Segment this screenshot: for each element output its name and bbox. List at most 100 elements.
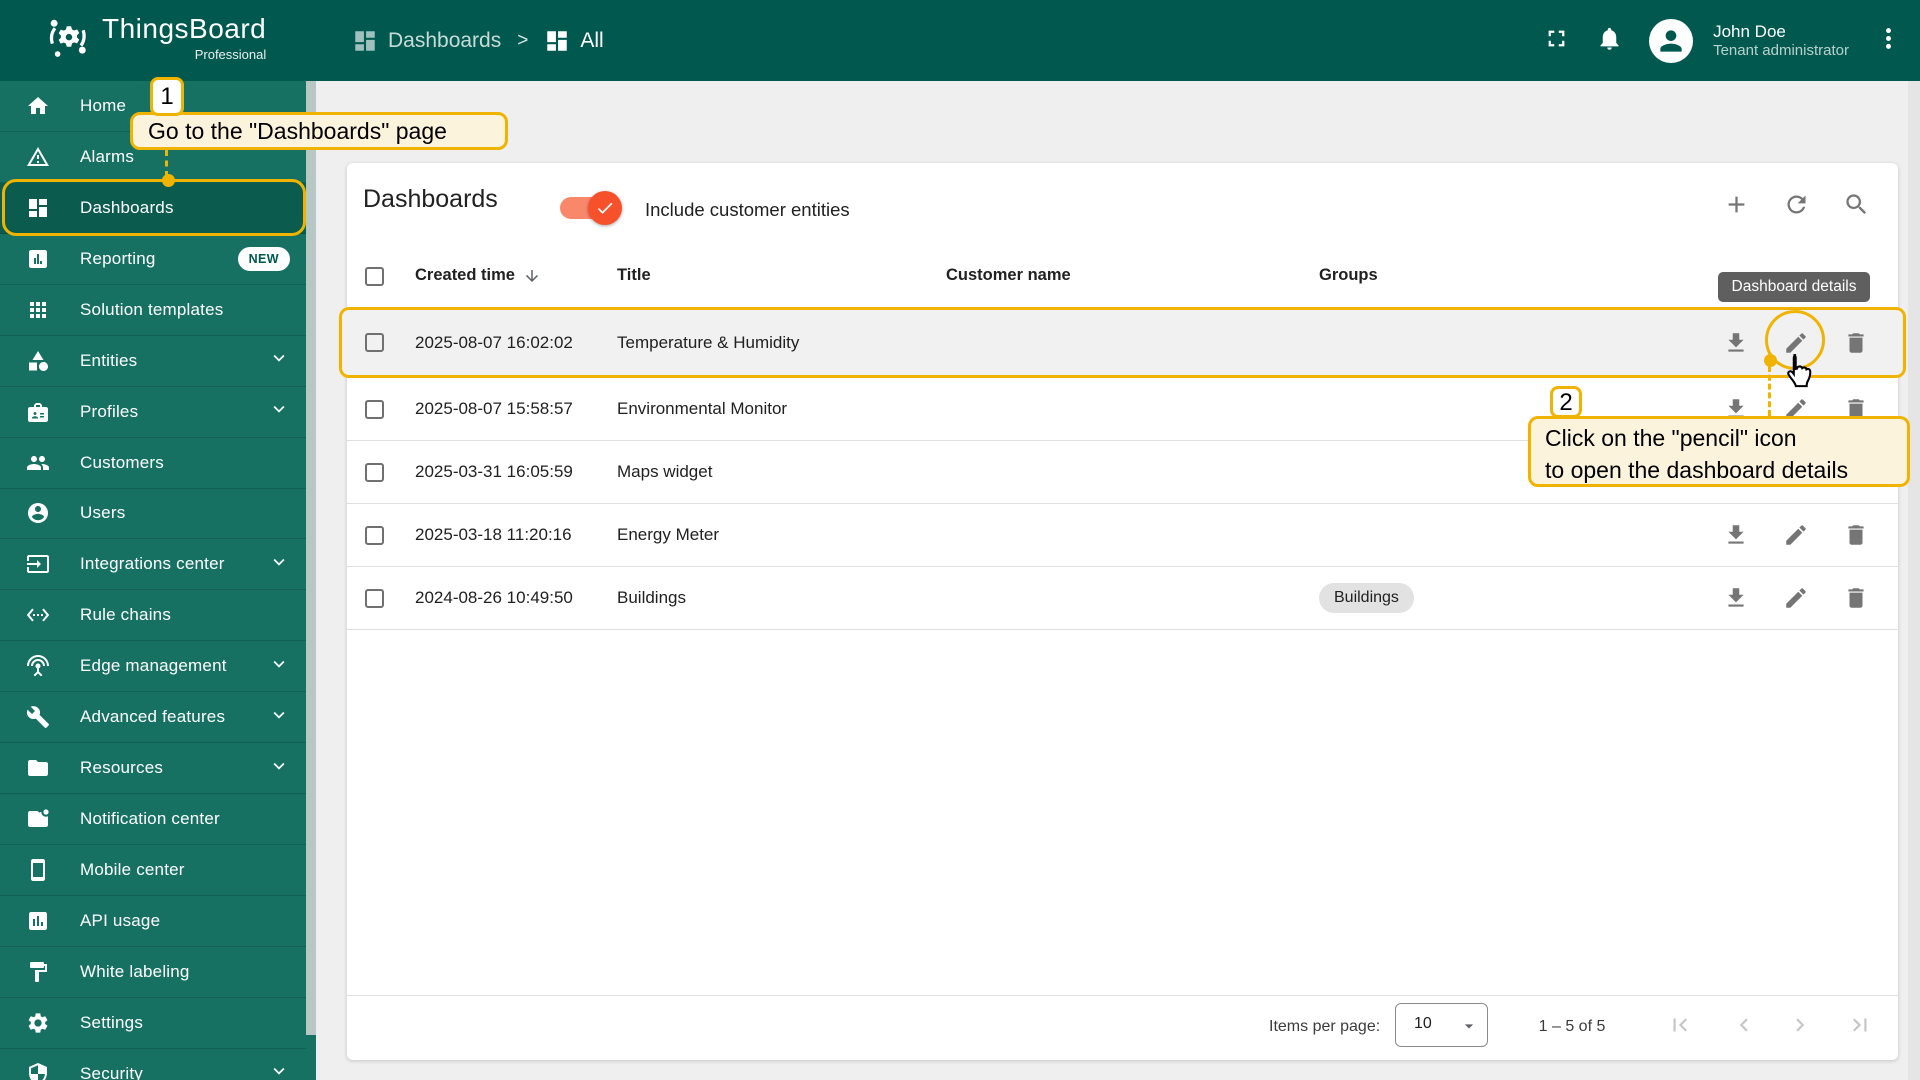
- cell-title: Environmental Monitor: [617, 399, 788, 418]
- top-bar: ThingsBoard Professional Dashboards > Al…: [0, 0, 1920, 81]
- avatar[interactable]: [1649, 18, 1694, 63]
- row-checkbox[interactable]: [365, 333, 384, 352]
- sidebar-item-solution-templates[interactable]: Solution templates: [0, 285, 306, 336]
- sidebar-item-label: Rule chains: [80, 605, 172, 625]
- sidebar-item-label: White labeling: [80, 961, 190, 981]
- thingsboard-logo[interactable]: ThingsBoard Professional: [42, 12, 266, 64]
- dashboard-group-icon: [544, 28, 570, 54]
- fullscreen-icon: [1543, 25, 1570, 52]
- table-row[interactable]: 2025-03-18 11:20:16 Energy Meter: [347, 504, 1898, 567]
- sidebar-item-profiles[interactable]: Profiles: [0, 387, 306, 438]
- step1-tooltip: Go to the "Dashboards" page: [130, 112, 508, 150]
- sidebar-item-label: Home: [80, 95, 127, 115]
- sidebar-item-api-usage[interactable]: API usage: [0, 896, 306, 947]
- sidebar-item-entities[interactable]: Entities: [0, 336, 306, 387]
- sidebar-item-label: Customers: [80, 452, 164, 472]
- breadcrumb-current-label: All: [580, 28, 604, 52]
- home-icon: [26, 94, 50, 118]
- row-checkbox[interactable]: [365, 463, 384, 482]
- more-menu-button[interactable]: [1875, 25, 1902, 57]
- sidebar-item-mobile-center[interactable]: Mobile center: [0, 845, 306, 896]
- sidebar-item-label: Dashboards: [80, 197, 174, 217]
- sidebar-item-users[interactable]: Users: [0, 489, 306, 540]
- edit-button[interactable]: [1783, 585, 1809, 611]
- sidebar-item-notification-center[interactable]: Notification center: [0, 794, 306, 846]
- cell-created-time: 2025-03-18 11:20:16: [415, 525, 572, 544]
- sidebar-item-label: Profiles: [80, 401, 139, 421]
- trash-icon: [1843, 585, 1869, 611]
- step2-dashed-line: [1768, 366, 1771, 416]
- download-icon: [1723, 330, 1749, 356]
- download-button[interactable]: [1723, 522, 1749, 548]
- logo-title: ThingsBoard: [102, 13, 267, 44]
- folder-icon: [26, 756, 50, 780]
- row-checkbox[interactable]: [365, 589, 384, 608]
- window-scrollbar[interactable]: [1908, 81, 1920, 1080]
- pencil-icon: [1783, 585, 1809, 611]
- cell-created-time: 2024-08-26 10:49:50: [415, 588, 573, 607]
- sidebar-item-dashboards[interactable]: Dashboards: [0, 182, 306, 234]
- cell-created-time: 2025-03-31 16:05:59: [415, 462, 573, 481]
- group-chip[interactable]: Buildings: [1319, 583, 1414, 613]
- cell-title: Buildings: [617, 588, 686, 607]
- edit-button[interactable]: [1783, 522, 1809, 548]
- tools-icon: [26, 705, 50, 729]
- breadcrumb-dashboards[interactable]: Dashboards: [352, 28, 501, 54]
- reporting-icon: [26, 247, 50, 271]
- chevron-down-icon: [268, 653, 290, 680]
- mobile-icon: [26, 858, 50, 882]
- chevron-down-icon: [268, 551, 290, 578]
- row-checkbox[interactable]: [365, 400, 384, 419]
- table-row[interactable]: 2025-08-07 16:02:02 Temperature & Humidi…: [347, 307, 1898, 378]
- notifications-button[interactable]: [1596, 25, 1623, 57]
- download-icon: [1723, 585, 1749, 611]
- download-button[interactable]: [1723, 330, 1749, 356]
- user-name: John Doe: [1713, 21, 1786, 41]
- step1-connector-dot: [162, 174, 175, 187]
- chart-icon: [26, 909, 50, 933]
- sidebar-item-security[interactable]: Security: [0, 1049, 306, 1080]
- sidebar-item-label: Solution templates: [80, 299, 224, 319]
- user-role: Tenant administrator: [1713, 41, 1849, 59]
- sidebar-item-settings[interactable]: Settings: [0, 998, 306, 1049]
- download-icon: [1723, 522, 1749, 548]
- pencil-icon: [1783, 522, 1809, 548]
- sidebar-item-edge-management[interactable]: Edge management: [0, 641, 306, 693]
- breadcrumb-all[interactable]: All: [544, 28, 604, 54]
- sidebar-item-label: Notification center: [80, 809, 220, 829]
- step2-tooltip: Click on the "pencil" icon to open the d…: [1528, 416, 1910, 487]
- sidebar-item-label: Edge management: [80, 656, 227, 676]
- download-button[interactable]: [1723, 585, 1749, 611]
- sidebar-item-integrations-center[interactable]: Integrations center: [0, 539, 306, 591]
- step1-dashed-line: [165, 150, 168, 177]
- breadcrumb-separator: >: [517, 29, 529, 51]
- gear-icon: [26, 1011, 50, 1035]
- sidebar-item-label: Entities: [80, 350, 138, 370]
- delete-button[interactable]: [1843, 585, 1869, 611]
- fullscreen-button[interactable]: [1543, 25, 1570, 57]
- cell-title: Maps widget: [617, 462, 713, 481]
- sidebar-item-label: Advanced features: [80, 707, 226, 727]
- sidebar-item-label: Mobile center: [80, 860, 185, 880]
- sidebar-item-label: Reporting: [80, 248, 156, 268]
- cell-created-time: 2025-08-07 16:02:02: [415, 332, 573, 352]
- integrations-icon: [26, 552, 50, 576]
- step2-tooltip-line1: Click on the "pencil" icon: [1545, 425, 1797, 451]
- delete-button[interactable]: [1843, 330, 1869, 356]
- edge-antenna-icon: [26, 654, 50, 678]
- sidebar-item-label: Users: [80, 503, 126, 523]
- sidebar-item-resources[interactable]: Resources: [0, 743, 306, 795]
- sidebar-item-label: API usage: [80, 910, 161, 930]
- row-checkbox[interactable]: [365, 526, 384, 545]
- sidebar-item-rule-chains[interactable]: Rule chains: [0, 590, 306, 642]
- delete-button[interactable]: [1843, 522, 1869, 548]
- sidebar-item-advanced-features[interactable]: Advanced features: [0, 692, 306, 744]
- sidebar-item-white-labeling[interactable]: White labeling: [0, 947, 306, 998]
- sidebar-scrollbar[interactable]: [306, 81, 316, 1035]
- sidebar-item-label: Resources: [80, 758, 164, 778]
- sidebar-item-reporting[interactable]: Reporting NEW: [0, 234, 306, 285]
- table-row[interactable]: 2024-08-26 10:49:50 Buildings Buildings: [347, 567, 1898, 630]
- sidebar-item-customers[interactable]: Customers: [0, 438, 306, 489]
- step2-number-badge: 2: [1550, 386, 1582, 418]
- shield-icon: [26, 1062, 50, 1080]
